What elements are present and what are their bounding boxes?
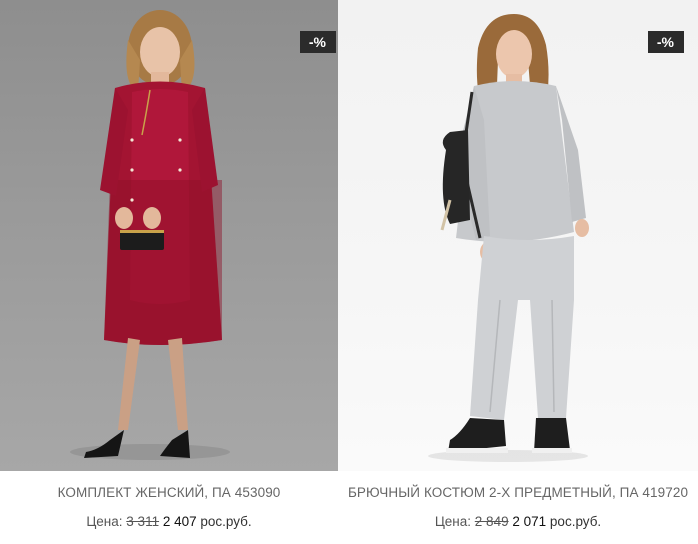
product-card[interactable]: -% БРЮЧНЫЙ КОСТЮМ 2-Х ПРЕДМЕТНЫЙ, ПА 419… — [338, 0, 698, 544]
product-name[interactable]: КОМПЛЕКТ ЖЕНСКИЙ, ПА 453090 — [0, 485, 338, 500]
product-card[interactable]: -% КОМПЛЕКТ ЖЕНСКИЙ, ПА 453090 Цена: 3 3… — [0, 0, 338, 544]
discount-badge: -% — [299, 31, 336, 53]
product-grid: -% КОМПЛЕКТ ЖЕНСКИЙ, ПА 453090 Цена: 3 3… — [0, 0, 698, 544]
currency: рос.руб. — [200, 514, 252, 529]
price-label: Цена: — [86, 514, 123, 529]
old-price: 3 311 — [126, 514, 160, 529]
old-price: 2 849 — [474, 514, 509, 529]
product-photo[interactable]: -% — [338, 0, 698, 471]
product-price: Цена: 3 311 2 407 рос.руб. — [0, 514, 338, 529]
product-photo[interactable]: -% — [0, 0, 338, 471]
product-name[interactable]: БРЮЧНЫЙ КОСТЮМ 2-Х ПРЕДМЕТНЫЙ, ПА 419720 — [338, 485, 698, 500]
product-price: Цена: 2 849 2 071 рос.руб. — [338, 514, 698, 529]
new-price: 2 407 — [162, 514, 197, 529]
product-image-grey-suit — [428, 14, 589, 462]
currency: рос.руб. — [549, 514, 602, 529]
product-image-red-dress — [70, 10, 230, 460]
discount-badge: -% — [647, 31, 684, 53]
new-price: 2 071 — [512, 514, 547, 529]
price-label: Цена: — [434, 514, 472, 529]
